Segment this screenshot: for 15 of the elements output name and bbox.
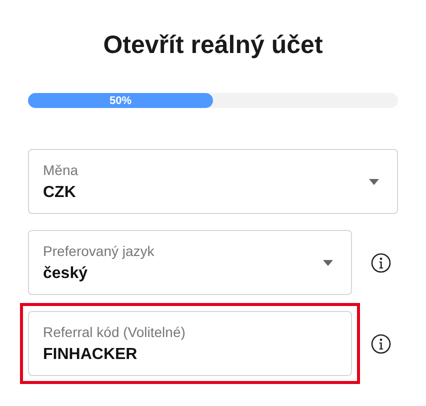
field-value: FINHACKER: [43, 346, 138, 364]
caret-icon: [323, 260, 333, 266]
progress-label: 50%: [109, 94, 132, 106]
field-value: český: [43, 264, 88, 282]
field-label: Referral kód (Volitelné): [43, 324, 186, 340]
select-field[interactable]: Měna CZK: [28, 149, 398, 214]
input-field[interactable]: Referral kód (Volitelné) FINHACKER: [28, 311, 352, 376]
select-field[interactable]: Preferovaný jazyk český: [28, 230, 352, 295]
info-icon[interactable]: [371, 252, 391, 272]
field-label: Měna: [43, 162, 80, 178]
page-title: Otevřít reálný účet: [102, 30, 324, 61]
caret-icon: [369, 178, 379, 184]
info-icon[interactable]: [371, 334, 391, 354]
field-value: CZK: [43, 184, 77, 202]
field-label: Preferovaný jazyk: [43, 242, 156, 258]
